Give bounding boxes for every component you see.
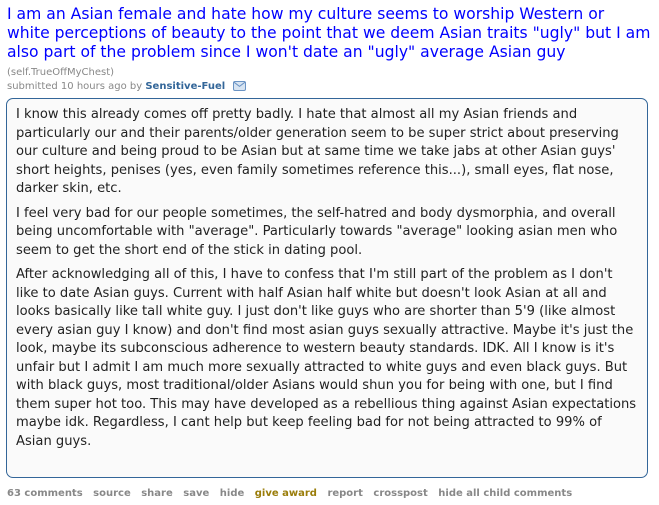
report-button[interactable]: report: [327, 488, 362, 499]
give-award-button[interactable]: give award: [255, 488, 317, 499]
post-domain[interactable]: (self.TrueOffMyChest): [7, 67, 114, 79]
source-button[interactable]: source: [93, 488, 131, 499]
hide-button[interactable]: hide: [220, 488, 245, 499]
selftext-paragraph-2: I feel very bad for our people sometimes…: [16, 205, 618, 258]
save-button[interactable]: save: [183, 488, 209, 499]
crosspost-button[interactable]: crosspost: [373, 488, 427, 499]
post-tagline: submitted 10 hours ago by Sensitive-Fuel: [7, 80, 247, 93]
comments-button[interactable]: 63 comments: [7, 488, 83, 499]
post-title[interactable]: I am an Asian female and hate how my cul…: [7, 5, 651, 62]
selftext-paragraph-1: I know this already comes off pretty bad…: [16, 107, 619, 196]
tagline-prefix: submitted 10 hours ago by: [7, 81, 143, 92]
author-link[interactable]: Sensitive-Fuel: [145, 81, 225, 92]
selftext-paragraph-3: After acknowledging all of this, I have …: [16, 267, 637, 449]
post-selftext: I know this already comes off pretty bad…: [6, 98, 648, 478]
share-button[interactable]: share: [141, 488, 173, 499]
post-buttons: 63 comments source share save hide give …: [7, 487, 579, 500]
reddit-post: I am an Asian female and hate how my cul…: [0, 0, 659, 505]
message-envelope-icon[interactable]: [233, 81, 247, 91]
hide-child-comments-button[interactable]: hide all child comments: [438, 488, 572, 499]
